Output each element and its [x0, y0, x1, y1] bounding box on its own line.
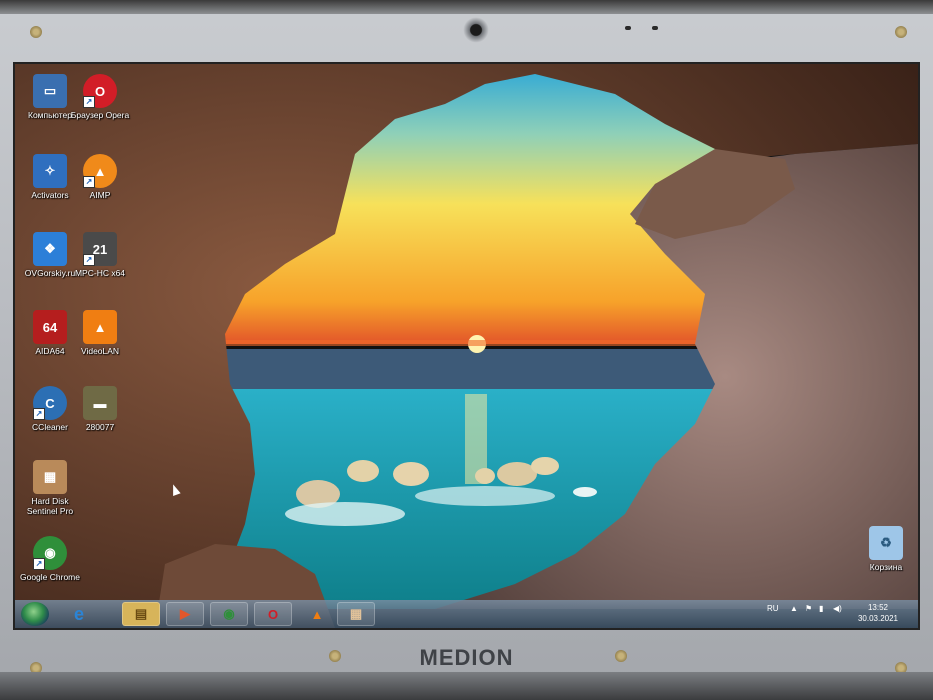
brand-logo: MEDION — [419, 645, 514, 670]
taskbar-hard-disk-sentinel[interactable]: ▦ — [337, 602, 375, 626]
action-center-flag-icon[interactable]: ⚑ — [805, 604, 812, 613]
desktop-icon-label: AIMP — [89, 190, 111, 200]
ccleaner-icon: C ↗ — [33, 386, 67, 420]
ie-icon: e — [73, 603, 84, 624]
desktop-icon-label: 280077 — [85, 422, 115, 432]
microphone-right — [652, 26, 658, 30]
taskbar-media-player[interactable]: ▶ — [166, 602, 204, 626]
desktop-icon-label: Google Chrome — [19, 572, 80, 582]
desktop-icon-label: Корзина — [869, 562, 903, 572]
laptop-base — [0, 672, 933, 700]
aida64-icon: 64 — [33, 310, 67, 344]
desktop-icon-google-chrome[interactable]: ◉ ↗ Google Chrome — [17, 536, 83, 582]
chrome-icon: ◉ ↗ — [33, 536, 67, 570]
taskbar-clock[interactable]: 13:52 30.03.2021 — [853, 602, 903, 624]
desktop-icon-recycle-bin[interactable]: ♻ Корзина — [853, 526, 918, 572]
clock-date: 30.03.2021 — [857, 614, 899, 623]
screen: ▭ Компьютер O ↗ Браузер Opera ✧ Activator… — [13, 62, 920, 630]
desktop-icon-opera-browser[interactable]: O ↗ Браузер Opera — [67, 74, 133, 120]
show-hidden-icons-icon[interactable]: ▲ — [790, 604, 798, 613]
start-button[interactable] — [21, 602, 49, 626]
hard-disk-sentinel-icon: ▦ — [349, 606, 363, 621]
desktop-icon-videolan[interactable]: ▲ VideoLAN — [67, 310, 133, 356]
taskbar-vlc[interactable]: ▲ — [298, 602, 336, 626]
desktop-icon-aimp[interactable]: ▲ ↗ AIMP — [67, 154, 133, 200]
hard-disk-sentinel-icon: ▦ — [33, 460, 67, 494]
explorer-folder-icon: ▤ — [134, 606, 148, 621]
taskbar: e ▤ ▶ ◉ O ▲ ▦ RU ▲ ⚑ ▮ ◀) 13:52 30.03.20… — [15, 600, 918, 628]
aimp-icon: ▲ ↗ — [83, 154, 117, 188]
desktop-icon-label: Браузер Opera — [70, 110, 130, 120]
computer-icon: ▭ — [33, 74, 67, 108]
recycle-bin-icon: ♻ — [869, 526, 903, 560]
volume-icon[interactable]: ◀) — [833, 604, 842, 613]
vlc-icon: ▲ — [310, 606, 324, 622]
network-signal-icon[interactable]: ▮ — [819, 604, 823, 613]
desktop-icon-hard-disk-sentinel[interactable]: ▦ Hard Disk Sentinel Pro — [17, 460, 83, 516]
bezel-bumper — [30, 26, 42, 38]
desktop-wallpaper — [15, 64, 918, 628]
clock-time: 13:52 — [867, 603, 889, 612]
desktop-icon-label: Hard Disk Sentinel Pro — [26, 496, 74, 516]
ovgorskiy-icon: ❖ — [33, 232, 67, 266]
taskbar-explorer[interactable]: ▤ — [122, 602, 160, 626]
microphone-left — [625, 26, 631, 30]
bezel-bumper — [895, 26, 907, 38]
mpc-hc-icon: 21 ↗ — [83, 232, 117, 266]
opera-icon: O — [267, 606, 279, 622]
vlc-icon: ▲ — [83, 310, 117, 344]
media-player-icon: ▶ — [180, 606, 190, 621]
bezel-top-edge — [0, 0, 933, 14]
tank-game-icon: ▬ — [83, 386, 117, 420]
activators-icon: ✧ — [33, 154, 67, 188]
opera-icon: O ↗ — [83, 74, 117, 108]
webcam — [463, 17, 489, 43]
taskbar-opera[interactable]: O — [254, 602, 292, 626]
desktop-icon-280077[interactable]: ▬ 280077 — [67, 386, 133, 432]
language-indicator[interactable]: RU — [767, 604, 779, 613]
taskbar-chrome[interactable]: ◉ — [210, 602, 248, 626]
desktop-icon-label: MPC-HC x64 — [74, 268, 126, 278]
desktop-icon-mpc-hc[interactable]: 21 ↗ MPC-HC x64 — [67, 232, 133, 278]
taskbar-ie[interactable]: e — [60, 602, 98, 626]
chrome-icon: ◉ — [223, 606, 235, 621]
desktop-icon-label: VideoLAN — [80, 346, 120, 356]
